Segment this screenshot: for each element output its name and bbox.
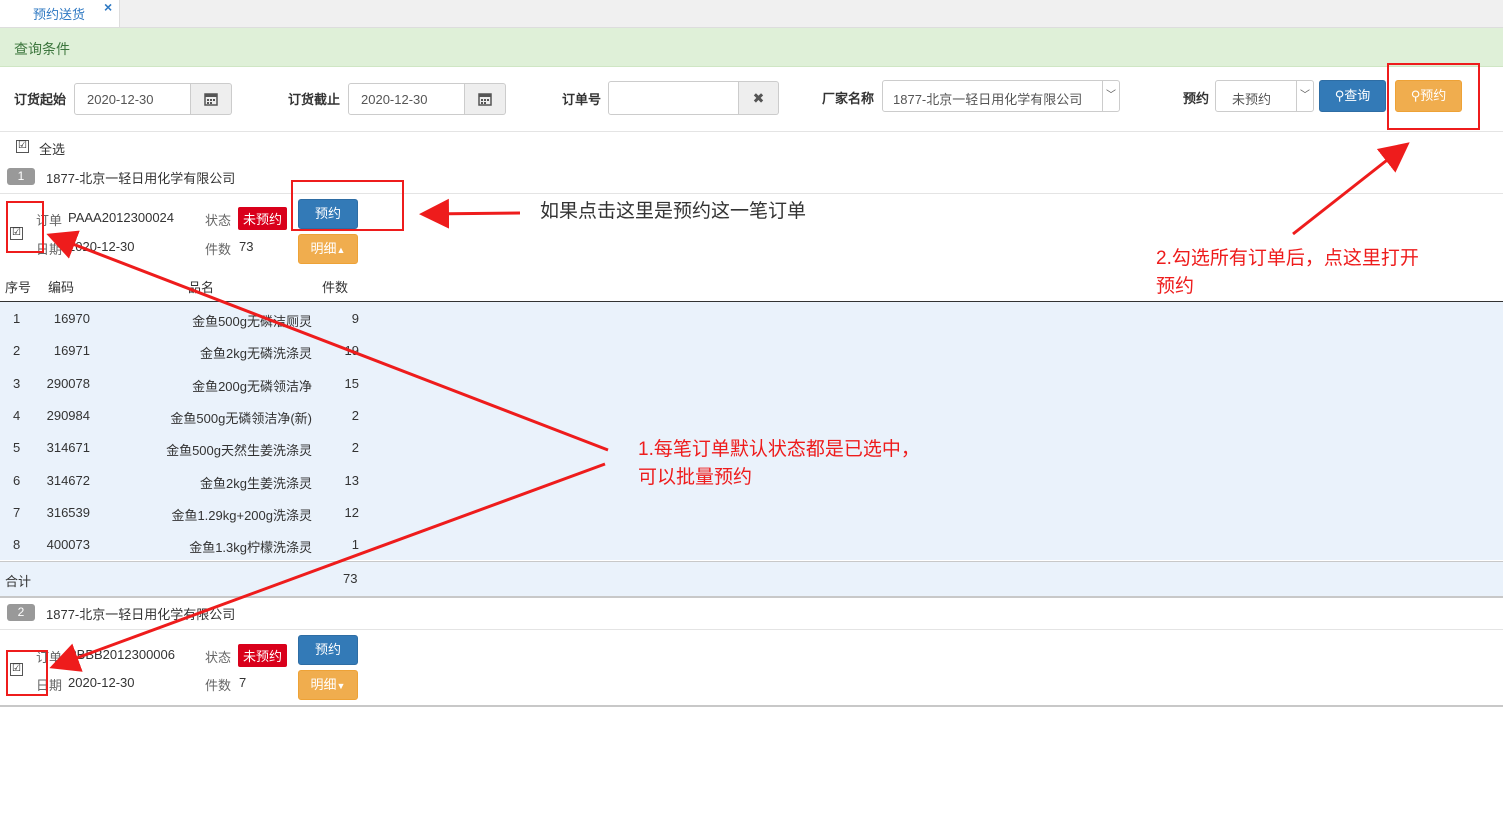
- arrow-batch-2: [49, 462, 606, 672]
- annotation-open-line1: 2.勾选所有订单后，点这里打开: [1156, 248, 1419, 269]
- annotation-batch-text: 1.每笔订单默认状态都是已选中， 可以批量预约: [638, 436, 920, 492]
- annotation-single-text: 如果点击这里是预约这一笔订单: [540, 201, 807, 222]
- annotation-arrows: [46, 142, 1410, 672]
- annotation-batch-line2: 可以批量预约: [638, 467, 753, 488]
- annotation-batch-line1: 1.每笔订单默认状态都是已选中，: [638, 439, 920, 460]
- annotation-open-text: 2.勾选所有订单后，点这里打开 预约: [1156, 245, 1419, 301]
- arrow-single: [419, 198, 521, 229]
- annotation-open-line2: 预约: [1156, 276, 1195, 297]
- arrow-open: [1292, 142, 1410, 236]
- arrow-batch-1: [46, 230, 609, 452]
